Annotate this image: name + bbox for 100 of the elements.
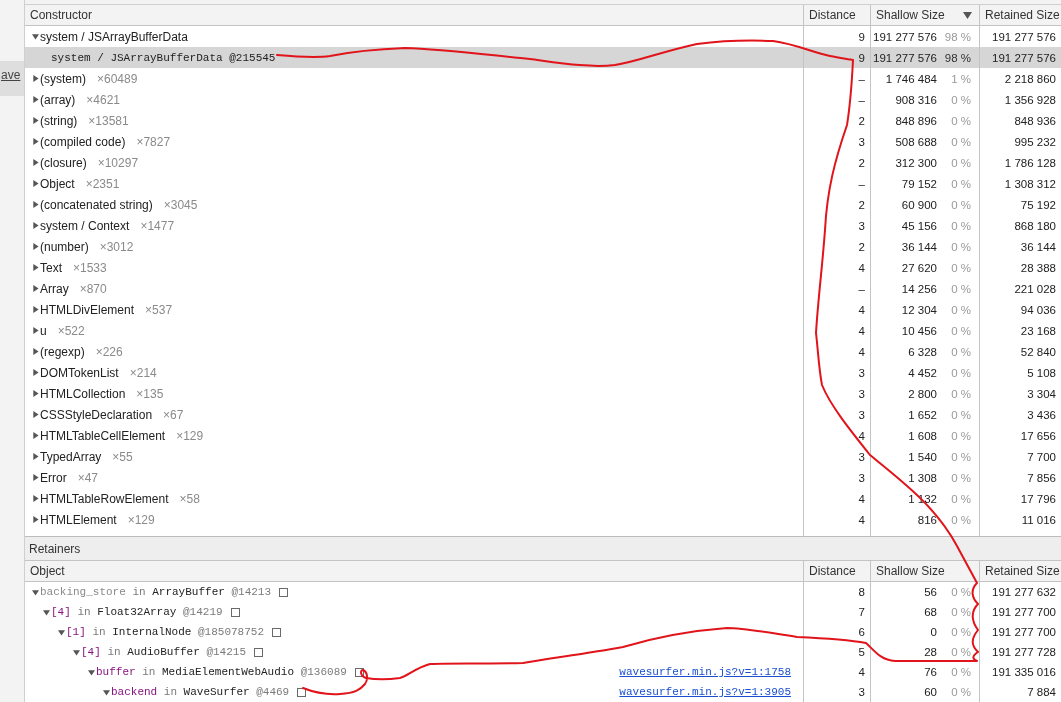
constructor-name: (string) bbox=[40, 113, 78, 128]
constructor-name: HTMLElement bbox=[40, 512, 117, 527]
disclosure-triangle-icon[interactable] bbox=[32, 264, 39, 271]
edge-name: [4] bbox=[81, 646, 101, 658]
instance-count: ×537 bbox=[145, 302, 173, 317]
square-icon[interactable] bbox=[297, 687, 307, 697]
shallow-size: 2 800 bbox=[908, 387, 937, 400]
shallow-size: 36 144 bbox=[901, 240, 937, 253]
disclosure-triangle-icon[interactable] bbox=[32, 243, 39, 250]
constructor-name: TypedArray bbox=[40, 449, 102, 464]
shallow-size: 4 452 bbox=[908, 366, 937, 379]
object-name: InternalNode bbox=[112, 626, 192, 638]
instance-count: ×3045 bbox=[163, 197, 198, 212]
column-header[interactable]: Distance bbox=[803, 561, 870, 581]
disclosure-triangle-icon[interactable] bbox=[32, 96, 39, 103]
disclosure-triangle-icon[interactable] bbox=[32, 390, 39, 397]
disclosure-triangle-icon[interactable] bbox=[88, 668, 95, 676]
relation-text: in bbox=[142, 666, 156, 678]
instance-count: ×1533 bbox=[73, 260, 107, 275]
column-header[interactable]: Constructor bbox=[25, 5, 803, 25]
disclosure-triangle-icon[interactable] bbox=[32, 432, 39, 439]
source-link[interactable]: wavesurfer.min.js?v=1:3905 bbox=[619, 686, 791, 698]
disclosure-triangle-icon[interactable] bbox=[32, 411, 39, 418]
instance-count: ×214 bbox=[129, 365, 157, 380]
shallow-percent: 0 % bbox=[950, 626, 971, 638]
disclosure-triangle-icon[interactable] bbox=[32, 285, 39, 292]
disclosure-triangle-icon[interactable] bbox=[32, 75, 39, 82]
column-header[interactable]: Object bbox=[25, 561, 803, 581]
shallow-size: 10 456 bbox=[901, 324, 937, 337]
disclosure-triangle-icon[interactable] bbox=[58, 628, 65, 636]
object-name: AudioBuffer bbox=[127, 646, 200, 658]
column-header[interactable]: Retained Size bbox=[979, 561, 1061, 581]
shallow-size: 191 277 576 bbox=[873, 30, 937, 43]
object-id: @14215 bbox=[206, 646, 247, 658]
instance-count: ×7827 bbox=[136, 134, 171, 149]
disclosure-triangle-icon[interactable] bbox=[32, 327, 39, 334]
square-icon[interactable] bbox=[230, 607, 240, 617]
disclosure-triangle-icon[interactable] bbox=[103, 688, 110, 696]
square-icon[interactable] bbox=[254, 647, 264, 657]
shallow-size: 56 bbox=[924, 586, 937, 598]
shallow-size: 1 608 bbox=[908, 429, 937, 442]
shallow-percent: 0 % bbox=[950, 366, 971, 379]
disclosure-triangle-icon[interactable] bbox=[32, 453, 39, 460]
source-link[interactable]: wavesurfer.min.js?v=1:1758 bbox=[619, 666, 791, 678]
instance-count: ×135 bbox=[136, 386, 164, 401]
disclosure-triangle-icon[interactable] bbox=[32, 474, 39, 481]
disclosure-triangle-icon[interactable] bbox=[32, 159, 39, 166]
shallow-size: 68 bbox=[924, 606, 937, 618]
constructor-name: HTMLDivElement bbox=[40, 302, 135, 317]
column-header[interactable]: Distance bbox=[803, 5, 870, 25]
shallow-size: 60 900 bbox=[901, 198, 937, 211]
disclosure-triangle-icon[interactable] bbox=[32, 222, 39, 229]
shallow-percent: 0 % bbox=[950, 471, 971, 484]
column-header[interactable]: Shallow Size bbox=[870, 5, 979, 25]
disclosure-triangle-icon[interactable] bbox=[32, 180, 39, 187]
instance-count: ×58 bbox=[179, 491, 200, 506]
disclosure-triangle-icon[interactable] bbox=[32, 306, 39, 313]
shallow-percent: 0 % bbox=[950, 156, 971, 169]
square-icon[interactable] bbox=[272, 627, 282, 637]
disclosure-triangle-icon[interactable] bbox=[32, 369, 39, 376]
square-icon[interactable] bbox=[279, 587, 289, 597]
object-id: @185078752 bbox=[198, 626, 265, 638]
constructor-name: Object bbox=[40, 176, 75, 191]
disclosure-triangle-icon[interactable] bbox=[32, 516, 39, 523]
disclosure-triangle-icon[interactable] bbox=[32, 33, 39, 40]
disclosure-triangle-icon[interactable] bbox=[73, 648, 80, 656]
disclosure-triangle-icon[interactable] bbox=[43, 608, 50, 616]
shallow-percent: 0 % bbox=[950, 324, 971, 337]
shallow-percent: 1 % bbox=[950, 72, 971, 85]
disclosure-triangle-icon[interactable] bbox=[32, 117, 39, 124]
constructor-name: system / JSArrayBufferData bbox=[40, 29, 188, 44]
sidebar-link[interactable]: ave bbox=[0, 61, 24, 96]
constructor-name: Array bbox=[40, 281, 69, 296]
disclosure-triangle-icon[interactable] bbox=[32, 138, 39, 145]
relation-text: in bbox=[107, 646, 121, 658]
relation-text: in bbox=[132, 586, 146, 598]
constructor-name: (closure) bbox=[40, 155, 87, 170]
instance-count: ×13581 bbox=[88, 113, 129, 128]
shallow-size: 79 152 bbox=[901, 177, 937, 190]
shallow-percent: 0 % bbox=[950, 492, 971, 505]
column-header[interactable]: Retained Size bbox=[979, 5, 1061, 25]
instance-count: ×55 bbox=[112, 449, 133, 464]
column-header[interactable]: Shallow Size bbox=[870, 561, 979, 581]
square-icon[interactable] bbox=[354, 667, 364, 677]
relation-text: in bbox=[77, 606, 91, 618]
disclosure-triangle-icon[interactable] bbox=[32, 201, 39, 208]
disclosure-triangle-icon[interactable] bbox=[32, 495, 39, 502]
object-id: @136089 bbox=[300, 666, 347, 678]
table-row[interactable]: system / JSArrayBufferData @215545 9 191 277 576 98 % 191 277 576 bbox=[25, 47, 1061, 68]
instance-count: ×129 bbox=[127, 512, 155, 527]
object-name: Float32Array bbox=[97, 606, 177, 618]
shallow-size: 60 bbox=[924, 686, 937, 698]
shallow-percent: 0 % bbox=[950, 282, 971, 295]
object-name: MediaElementWebAudio bbox=[162, 666, 295, 678]
instance-count: ×226 bbox=[95, 344, 123, 359]
edge-name: backend bbox=[111, 686, 158, 698]
disclosure-triangle-icon[interactable] bbox=[32, 348, 39, 355]
instance-count: ×3012 bbox=[99, 239, 134, 254]
edge-name: [4] bbox=[51, 606, 71, 618]
disclosure-triangle-icon[interactable] bbox=[32, 588, 39, 596]
